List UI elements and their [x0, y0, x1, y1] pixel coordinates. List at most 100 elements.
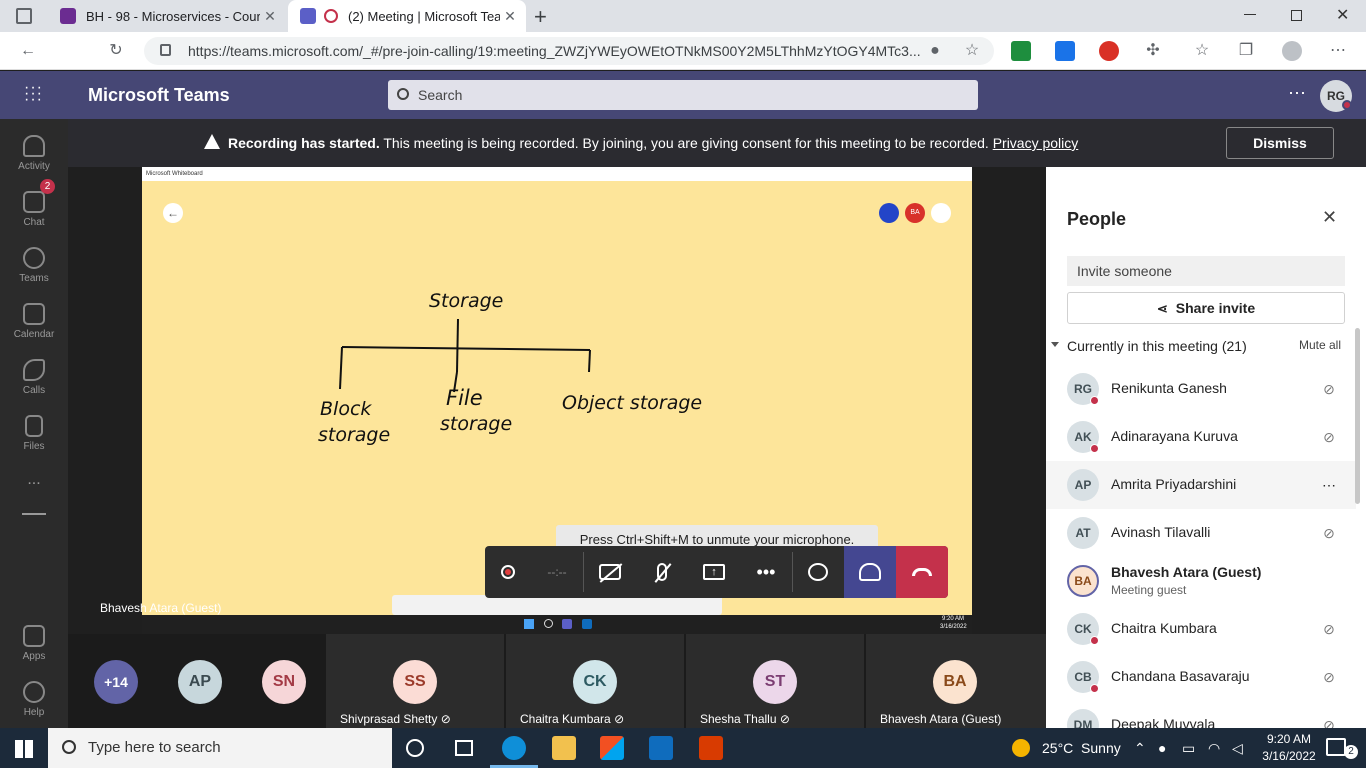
star-icon[interactable]: ☆: [962, 41, 982, 61]
participant-tile[interactable]: SS Shivprasad Shetty ⊘: [326, 634, 504, 728]
tab-actions-icon[interactable]: [16, 8, 32, 24]
participant-row[interactable]: RG Renikunta Ganesh ⊘: [1046, 365, 1356, 413]
participant-name: Shesha Thallu ⊘: [700, 712, 790, 726]
battery-icon[interactable]: ▭: [1182, 728, 1195, 768]
chevron-up-icon[interactable]: ⌃: [1134, 728, 1146, 768]
extensions-puzzle-icon[interactable]: ✣: [1143, 41, 1163, 61]
rail-item-activity[interactable]: Activity: [0, 127, 68, 183]
store-icon[interactable]: [600, 736, 624, 760]
extension-green-icon[interactable]: [1011, 41, 1031, 61]
presence-busy-icon: [1090, 684, 1099, 693]
participant-tile[interactable]: BA Bhavesh Atara (Guest): [866, 634, 1046, 728]
rail-item-calendar[interactable]: Calendar: [0, 295, 68, 351]
more-actions-button[interactable]: •••: [740, 546, 792, 598]
participant-role: Meeting guest: [1111, 583, 1187, 597]
share-content-button[interactable]: ↑: [688, 546, 740, 598]
share-invite-button[interactable]: ⋖ Share invite: [1067, 292, 1345, 324]
browser-tab-active[interactable]: (2) Meeting | Microsoft Teams ✕: [288, 0, 526, 32]
rail-item-help[interactable]: Help: [0, 673, 68, 729]
rail-more-icon[interactable]: ...: [0, 471, 68, 527]
collections-icon[interactable]: ❐: [1236, 41, 1256, 61]
microphone-muted-button[interactable]: [636, 546, 688, 598]
participant-row[interactable]: CB Chandana Basavaraju ⊘: [1046, 653, 1356, 701]
invite-input[interactable]: Invite someone: [1067, 256, 1345, 286]
participant-name: Adinarayana Kuruva: [1111, 428, 1238, 444]
warning-icon: [204, 134, 220, 149]
more-options-icon[interactable]: ⋯: [1319, 475, 1339, 495]
chat-button[interactable]: [792, 546, 844, 598]
new-tab-icon[interactable]: +: [534, 4, 547, 30]
rail-item-calls[interactable]: Calls: [0, 351, 68, 407]
extension-red-icon[interactable]: [1099, 41, 1119, 61]
microphone-tray-icon[interactable]: ●: [1158, 728, 1166, 768]
edge-icon[interactable]: [502, 736, 526, 760]
extension-blue-icon[interactable]: [1055, 41, 1075, 61]
task-view-icon[interactable]: [455, 740, 473, 756]
volume-icon[interactable]: ◁: [1232, 728, 1243, 768]
camera-off-icon: [599, 563, 623, 583]
search-input[interactable]: Search: [388, 80, 978, 110]
participant-row[interactable]: AT Avinash Tilavalli ⊘: [1046, 509, 1356, 557]
participant-row[interactable]: CK Chaitra Kumbara ⊘: [1046, 605, 1356, 653]
recording-banner: Recording has started. This meeting is b…: [68, 119, 1366, 167]
taskbar-clock[interactable]: 9:20 AM 3/16/2022: [1258, 731, 1320, 765]
mail-icon[interactable]: [649, 736, 673, 760]
cortana-icon[interactable]: [406, 739, 424, 757]
participant-name: Bhavesh Atara (Guest): [1111, 564, 1262, 580]
reload-icon[interactable]: ↻: [106, 41, 126, 61]
notifications-icon[interactable]: [1326, 738, 1346, 756]
collapse-chevron-icon[interactable]: [1051, 342, 1059, 347]
meeting-controls: --:-- ↑ •••: [485, 546, 948, 598]
participant-row[interactable]: BA Bhavesh Atara (Guest) Meeting guest: [1046, 557, 1356, 605]
start-icon[interactable]: [15, 740, 33, 758]
microphone-icon[interactable]: ●: [925, 41, 945, 61]
participant-tile[interactable]: ST Shesha Thallu ⊘: [686, 634, 864, 728]
office-icon[interactable]: [699, 736, 723, 760]
profile-icon[interactable]: [1282, 41, 1302, 61]
file-explorer-icon[interactable]: [552, 736, 576, 760]
phone-icon: [23, 359, 45, 381]
back-icon[interactable]: ←: [18, 41, 38, 61]
overflow-count[interactable]: +14: [94, 660, 138, 704]
participants-button[interactable]: [844, 546, 896, 598]
people-scrollbar[interactable]: [1355, 328, 1360, 504]
mute-all-button[interactable]: Mute all: [1299, 338, 1341, 352]
close-panel-icon[interactable]: ✕: [1322, 207, 1337, 228]
app-launcher-icon[interactable]: ··· ··· ···: [24, 80, 44, 108]
weather-text[interactable]: 25°C Sunny: [1042, 728, 1121, 768]
participant-row-hovered[interactable]: AP Amrita Priyadarshini ⋯: [1046, 461, 1356, 509]
close-tab-icon[interactable]: ✕: [260, 8, 280, 25]
in-meeting-section[interactable]: Currently in this meeting (21): [1067, 338, 1247, 354]
rail-item-teams[interactable]: Teams: [0, 239, 68, 295]
participant-name: Deepak Muvvala: [1111, 716, 1216, 728]
dismiss-button[interactable]: Dismiss: [1226, 127, 1334, 159]
leave-button[interactable]: [896, 546, 948, 598]
participant-row[interactable]: AK Adinarayana Kuruva ⊘: [1046, 413, 1356, 461]
address-bar[interactable]: https://teams.microsoft.com/_#/pre-join-…: [144, 37, 994, 65]
wifi-icon[interactable]: ◠: [1208, 728, 1220, 768]
favorites-icon[interactable]: ☆: [1192, 41, 1212, 61]
participant-tile[interactable]: CK Chaitra Kumbara ⊘: [506, 634, 684, 728]
close-window-icon[interactable]: ✕: [1336, 5, 1349, 25]
close-tab-icon[interactable]: ✕: [500, 8, 520, 25]
rail-item-apps[interactable]: Apps: [0, 617, 68, 673]
rail-item-files[interactable]: Files: [0, 407, 68, 463]
section-label: Currently in this meeting: [1067, 338, 1218, 354]
participant-row[interactable]: DM Deepak Muvvala ⊘: [1046, 701, 1356, 728]
browser-menu-icon[interactable]: ⋯: [1328, 41, 1348, 61]
search-icon: [62, 740, 76, 754]
browser-tab[interactable]: BH - 98 - Microservices - Course ✕: [48, 0, 286, 32]
privacy-policy-link[interactable]: Privacy policy: [993, 135, 1079, 151]
people-icon: [859, 563, 881, 581]
participant-count: (21): [1221, 338, 1247, 354]
minimize-icon[interactable]: [1244, 14, 1256, 15]
avatar[interactable]: SN: [262, 660, 306, 704]
restore-icon[interactable]: [1291, 10, 1302, 21]
branch-right: [588, 349, 591, 373]
mic-muted-icon: ⊘: [614, 712, 625, 726]
avatar[interactable]: AP: [178, 660, 222, 704]
taskbar-search-input[interactable]: Type here to search: [48, 728, 392, 768]
settings-more-icon[interactable]: ⋯: [1288, 83, 1306, 104]
rail-item-chat[interactable]: Chat 2: [0, 179, 68, 239]
camera-off-button[interactable]: [584, 546, 636, 598]
